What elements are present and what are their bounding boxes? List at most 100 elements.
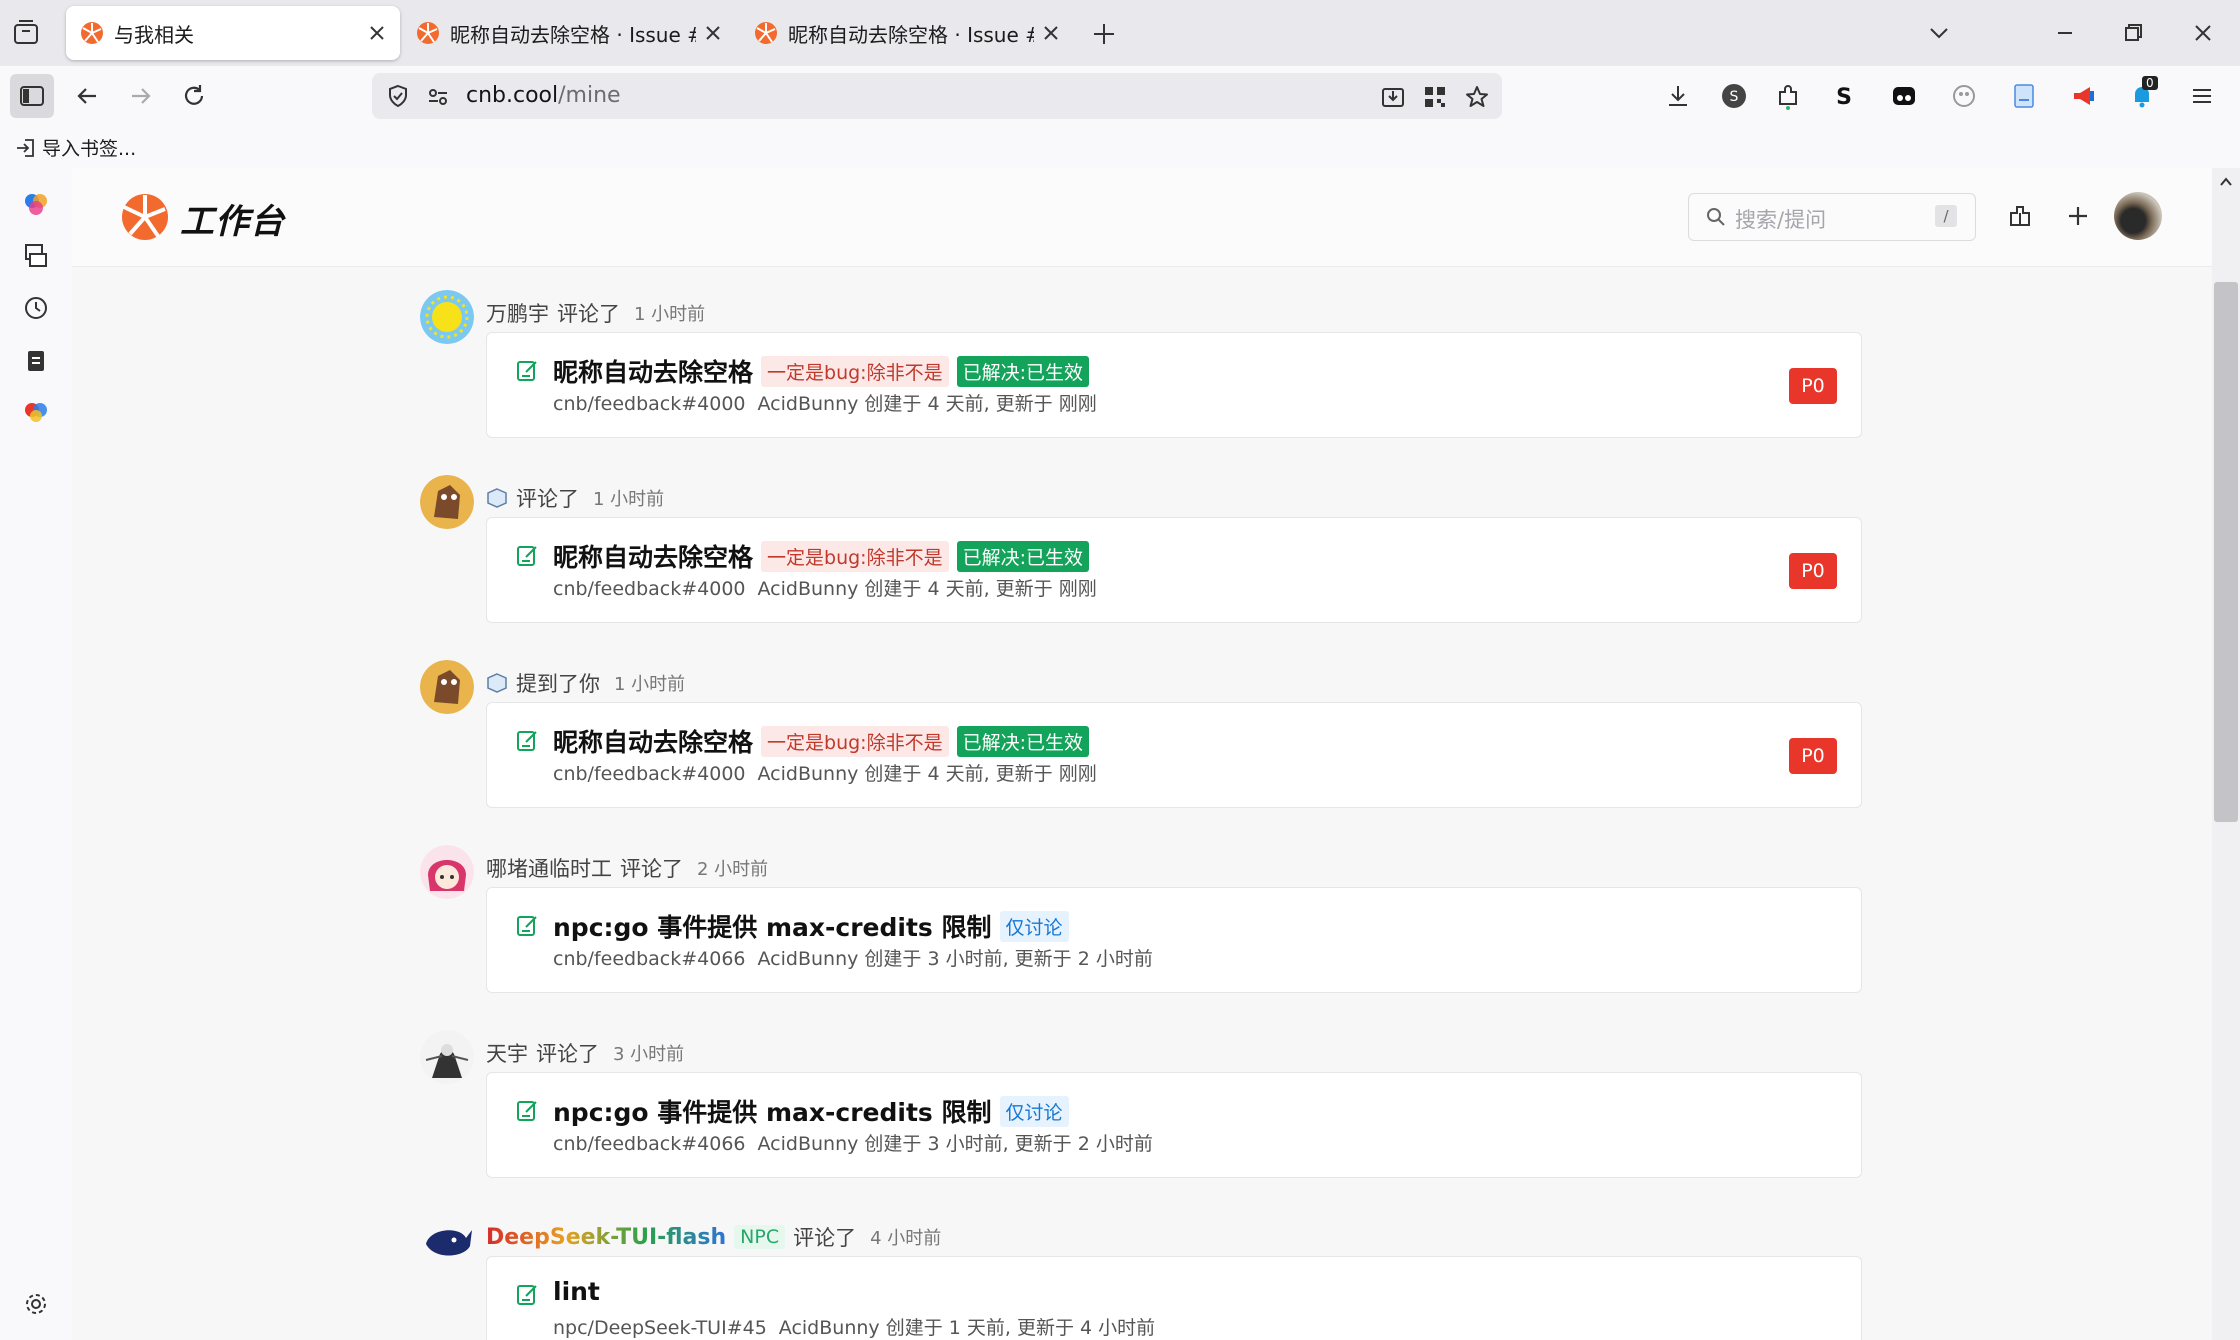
shield-icon[interactable] bbox=[386, 84, 410, 108]
extensions-puzzle-icon[interactable] bbox=[1774, 82, 1802, 110]
actor-name[interactable]: 天宇 bbox=[486, 1038, 528, 1068]
tab-list-icon[interactable] bbox=[10, 17, 42, 49]
color-picker-extension-icon[interactable] bbox=[1950, 82, 1978, 110]
scrollbar-thumb[interactable] bbox=[2214, 282, 2238, 822]
label-resolved[interactable]: 已解决:已生效 bbox=[956, 725, 1089, 757]
tab-mine[interactable]: 与我相关 bbox=[66, 6, 400, 60]
notifier-extension[interactable]: 0 bbox=[2128, 76, 2162, 112]
label-discussion[interactable]: 仅讨论 bbox=[999, 910, 1069, 942]
label-bug[interactable]: 一定是bug:除非不是 bbox=[761, 540, 949, 572]
close-window-icon[interactable] bbox=[2190, 20, 2216, 46]
avatar[interactable] bbox=[420, 290, 474, 344]
search-input[interactable]: 搜索/提问 / bbox=[1688, 193, 1976, 241]
back-button[interactable] bbox=[66, 74, 110, 118]
url-bar[interactable]: cnb.cool/mine bbox=[372, 73, 1502, 119]
avatar[interactable] bbox=[420, 1030, 474, 1084]
issue-title[interactable]: 昵称自动去除空格 bbox=[553, 353, 753, 389]
issue-card[interactable]: 昵称自动去除空格 一定是bug:除非不是 已解决:已生效 cnb/feedback#… bbox=[486, 332, 1862, 438]
issue-card[interactable]: 昵称自动去除空格 一定是bug:除非不是 已解决:已生效 cnb/feedback#… bbox=[486, 517, 1862, 623]
issue-card[interactable]: 昵称自动去除空格 一定是bug:除非不是 已解决:已生效 cnb/feedback#… bbox=[486, 702, 1862, 808]
issue-edit-icon bbox=[517, 361, 537, 381]
issue-title[interactable]: 昵称自动去除空格 bbox=[553, 538, 753, 574]
dashboard-button[interactable] bbox=[2002, 198, 2038, 234]
close-tab-icon[interactable] bbox=[702, 22, 724, 44]
clipboard-icon[interactable] bbox=[20, 344, 52, 376]
tab-overflow-chevron-icon[interactable] bbox=[1926, 20, 1952, 46]
page-content: 工作台 搜索/提问 / 万鹏宇 评论了 1 小时前 昵称自动去除空格 一定是bug… bbox=[72, 168, 2212, 1340]
issue-card[interactable]: npc:go 事件提供 max-credits 限制 仅讨论 cnb/feedba… bbox=[486, 887, 1862, 993]
qr-code-icon[interactable] bbox=[1422, 84, 1448, 110]
activity-time: 1 小时前 bbox=[634, 304, 706, 325]
actor-name[interactable]: 哪堵通临时工 bbox=[486, 853, 612, 883]
label-resolved[interactable]: 已解决:已生效 bbox=[956, 540, 1089, 572]
issue-info: 创建于 1 天前, 更新于 4 小时前 bbox=[885, 1317, 1156, 1339]
avatar[interactable] bbox=[420, 845, 474, 899]
issue-author[interactable]: AcidBunny bbox=[758, 578, 859, 600]
issue-ref[interactable]: cnb/feedback#4000 bbox=[553, 393, 746, 415]
document-extension-icon[interactable] bbox=[2010, 82, 2038, 110]
avatar[interactable] bbox=[420, 475, 474, 529]
minimize-icon[interactable] bbox=[2052, 20, 2078, 46]
label-bug[interactable]: 一定是bug:除非不是 bbox=[761, 725, 949, 757]
cnb-logo-icon[interactable] bbox=[120, 192, 170, 242]
label-discussion[interactable]: 仅讨论 bbox=[999, 1095, 1069, 1127]
synced-tabs-icon[interactable] bbox=[20, 240, 52, 272]
reload-button[interactable] bbox=[172, 74, 216, 118]
new-tab-icon[interactable] bbox=[1090, 20, 1118, 48]
settings-gear-icon[interactable] bbox=[20, 1288, 52, 1320]
color-extension-icon[interactable] bbox=[20, 396, 52, 428]
issue-ref[interactable]: cnb/feedback#4000 bbox=[553, 578, 746, 600]
restore-icon[interactable] bbox=[2120, 20, 2146, 46]
hamburger-menu-icon[interactable] bbox=[2188, 82, 2216, 110]
close-tab-icon[interactable] bbox=[366, 22, 388, 44]
issue-ref[interactable]: cnb/feedback#4066 bbox=[553, 1133, 746, 1155]
issue-author[interactable]: AcidBunny bbox=[758, 763, 859, 785]
forward-button[interactable] bbox=[118, 74, 162, 118]
site-permissions-icon[interactable] bbox=[426, 85, 450, 109]
activity-action: 评论了 bbox=[536, 1042, 599, 1066]
issue-ref[interactable]: cnb/feedback#4000 bbox=[553, 763, 746, 785]
issue-title[interactable]: npc:go 事件提供 max-credits 限制 bbox=[553, 1093, 992, 1129]
avatar[interactable] bbox=[420, 1214, 474, 1268]
actor-name[interactable]: 万鹏宇 bbox=[486, 298, 549, 328]
install-page-icon[interactable] bbox=[1380, 84, 1406, 110]
close-tab-icon[interactable] bbox=[1040, 22, 1062, 44]
issue-title[interactable]: lint bbox=[553, 1277, 600, 1306]
s-bold-extension-icon[interactable]: S bbox=[1830, 82, 1858, 110]
issue-title[interactable]: 昵称自动去除空格 bbox=[553, 723, 753, 759]
bookmark-star-icon[interactable] bbox=[1464, 84, 1490, 110]
reload-icon bbox=[184, 85, 204, 105]
avatar[interactable] bbox=[420, 660, 474, 714]
tab-issue-1[interactable]: 昵称自动去除空格 · Issue #400 bbox=[402, 6, 736, 60]
label-bug[interactable]: 一定是bug:除非不是 bbox=[761, 355, 949, 387]
scroll-up-chevron-icon[interactable] bbox=[2218, 174, 2234, 190]
copilot-icon[interactable] bbox=[20, 188, 52, 220]
tampermonkey-icon[interactable] bbox=[1890, 82, 1918, 110]
issue-ref[interactable]: npc/DeepSeek-TUI#45 bbox=[553, 1317, 767, 1339]
issue-ref[interactable]: cnb/feedback#4066 bbox=[553, 948, 746, 970]
cube-icon bbox=[487, 488, 507, 508]
activity-meta: 万鹏宇 评论了 1 小时前 bbox=[486, 298, 705, 328]
issue-edit-icon bbox=[517, 1101, 537, 1121]
megaphone-extension-icon[interactable] bbox=[2070, 82, 2098, 110]
issue-author[interactable]: AcidBunny bbox=[758, 948, 859, 970]
tab-issue-2[interactable]: 昵称自动去除空格 · Issue #400 bbox=[740, 6, 1074, 60]
issue-info: 创建于 3 小时前, 更新于 2 小时前 bbox=[864, 948, 1153, 970]
issue-author[interactable]: AcidBunny bbox=[779, 1317, 880, 1339]
history-clock-icon[interactable] bbox=[20, 292, 52, 324]
issue-author[interactable]: AcidBunny bbox=[758, 1133, 859, 1155]
issue-title[interactable]: npc:go 事件提供 max-credits 限制 bbox=[553, 908, 992, 944]
issue-card[interactable]: npc:go 事件提供 max-credits 限制 仅讨论 cnb/feedba… bbox=[486, 1072, 1862, 1178]
label-resolved[interactable]: 已解决:已生效 bbox=[956, 355, 1089, 387]
issue-card[interactable]: lint npc/DeepSeek-TUI#45 AcidBunny 创建于 1 … bbox=[486, 1256, 1862, 1340]
downloads-icon[interactable] bbox=[1664, 82, 1692, 110]
search-icon bbox=[1707, 208, 1725, 226]
user-avatar[interactable] bbox=[2114, 192, 2162, 240]
sidebar-toggle-button[interactable] bbox=[10, 74, 54, 118]
s-extension-icon[interactable]: S bbox=[1720, 82, 1748, 110]
import-bookmarks-button[interactable]: 导入书签... bbox=[14, 134, 136, 161]
issue-author[interactable]: AcidBunny bbox=[758, 393, 859, 415]
cnb-favicon-icon bbox=[755, 22, 777, 44]
actor-name[interactable]: DeepSeek-TUI-flash bbox=[486, 1225, 726, 1250]
create-button[interactable] bbox=[2060, 198, 2096, 234]
